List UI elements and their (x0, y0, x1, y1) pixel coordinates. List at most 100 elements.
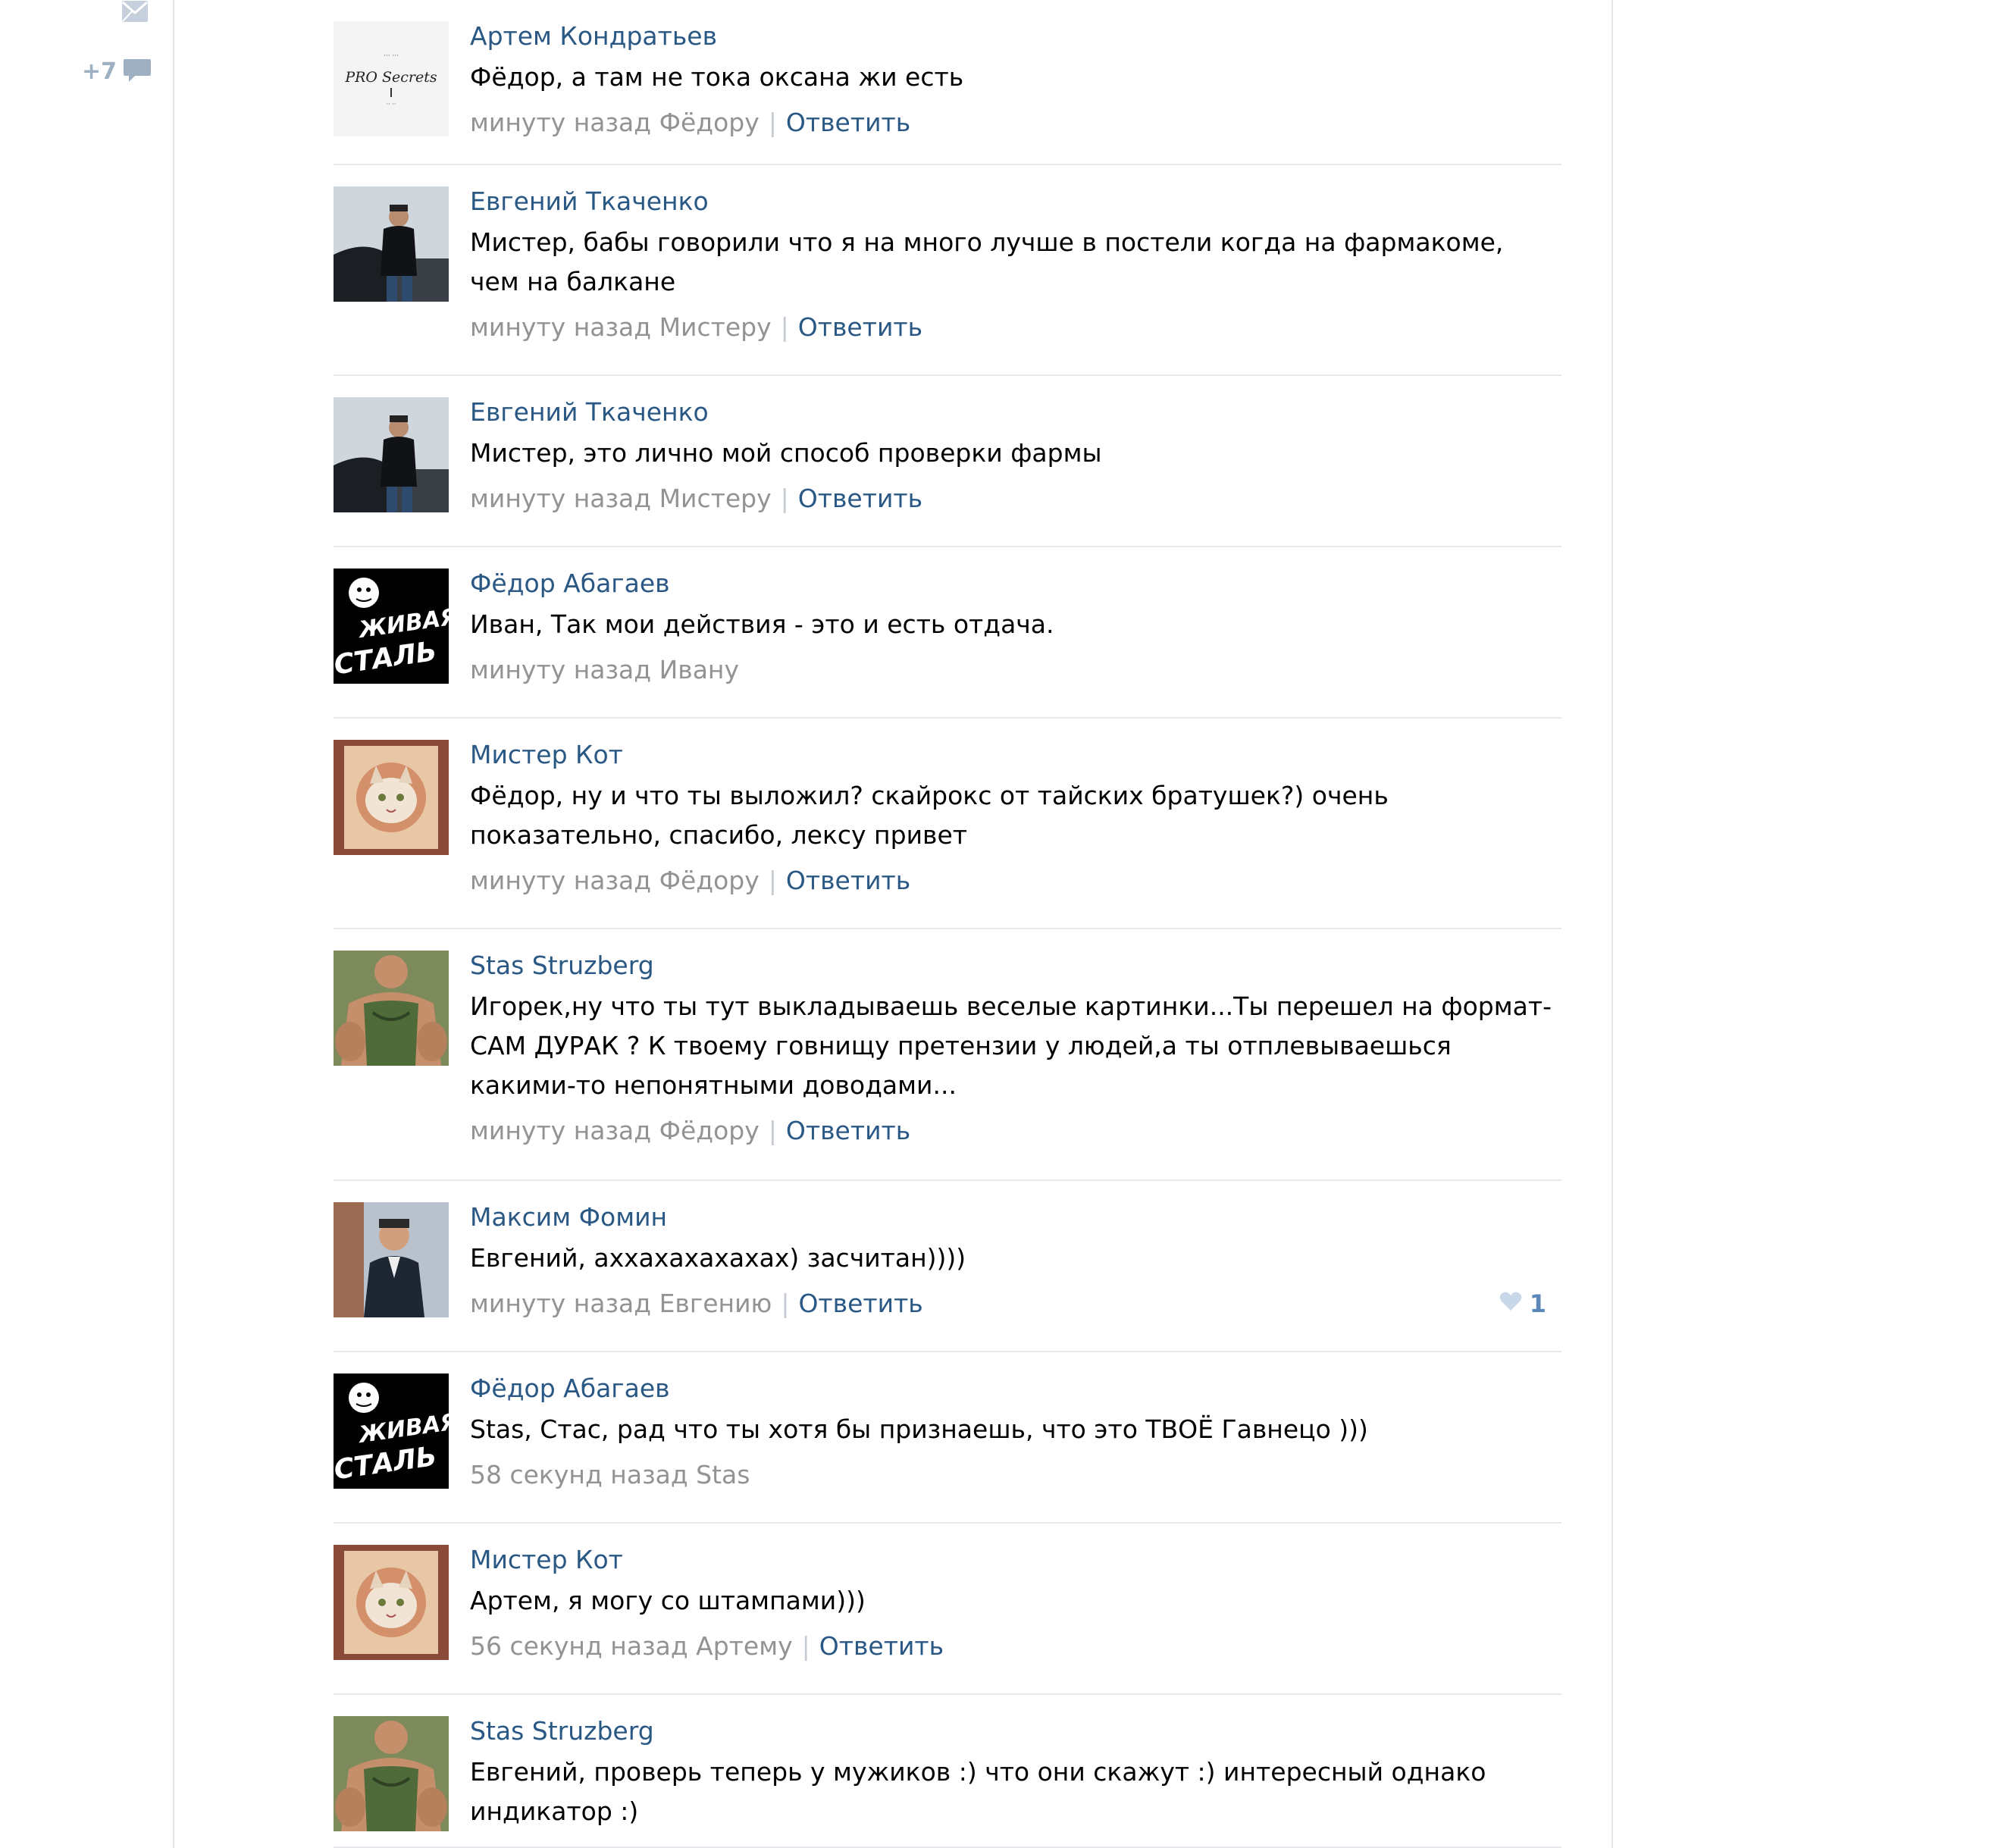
comment: ··· ··· PRO Secrets ·· ·· Артем Кондрать… (334, 0, 1561, 165)
comment-text: Stas, Стас, рад что ты хотя бы признаешь… (470, 1414, 1368, 1444)
right-column-border (1611, 0, 1613, 1848)
comment-author-link[interactable]: Артем Кондратьев (470, 15, 1554, 58)
cat-painting-icon (334, 740, 449, 855)
comment: Мистер Кот Артем, я могу со штампами))) … (334, 1524, 1561, 1695)
comment-text: Артем, я могу со штампами))) (470, 1586, 866, 1615)
meta-separator: | (780, 484, 789, 513)
comment-addressee[interactable]: Евгению (659, 1289, 772, 1318)
zhivaya-stal-logo-icon: ЖИВАЯ СТАЛЬ (334, 1373, 449, 1489)
svg-text:·· ··: ·· ·· (387, 101, 396, 108)
meta-separator: | (768, 1116, 777, 1145)
comment-author-link[interactable]: Stas Struzberg (470, 1710, 1554, 1752)
comment-addressee[interactable]: Фёдору (659, 1116, 760, 1145)
comments-counter-value: +7 (82, 58, 117, 85)
like-count: 1 (1529, 1289, 1546, 1318)
comment-addressee[interactable]: Фёдору (659, 108, 760, 137)
comment-addressee[interactable]: Фёдору (659, 866, 760, 895)
comment-meta: минуту назад Евгению | Ответить 1 (470, 1283, 1554, 1325)
comment-time[interactable]: минуту назад (470, 1116, 651, 1145)
reply-link[interactable]: Ответить (786, 1116, 910, 1145)
svg-text:··· ···: ··· ··· (384, 52, 399, 60)
reply-link[interactable]: Ответить (798, 1289, 922, 1318)
comment-time[interactable]: 56 секунд назад (470, 1631, 688, 1661)
comment-text: Игорек,ну что ты тут выкладываешь веселы… (470, 991, 1552, 1100)
left-rail: +7 (0, 0, 173, 1848)
meta-separator: | (801, 1631, 810, 1661)
avatar[interactable] (334, 1202, 449, 1317)
avatar[interactable] (334, 397, 449, 512)
comment-time[interactable]: минуту назад (470, 484, 651, 513)
avatar[interactable]: ··· ··· PRO Secrets ·· ·· (334, 21, 449, 136)
bodybuilder-photo-icon (334, 951, 449, 1066)
svg-text:PRO Secrets: PRO Secrets (344, 69, 437, 86)
meta-separator: | (780, 312, 789, 342)
pro-secrets-logo-icon: ··· ··· PRO Secrets ·· ·· (334, 21, 449, 136)
avatar[interactable]: ЖИВАЯ СТАЛЬ (334, 1373, 449, 1489)
comment-author-link[interactable]: Stas Struzberg (470, 944, 1554, 987)
cat-painting-icon (334, 1545, 449, 1660)
comment-meta: 58 секунд назад Stas (470, 1454, 1554, 1496)
comment-text: Фёдор, а там не тока оксана жи есть (470, 62, 964, 92)
comment-addressee[interactable]: Евгению (696, 1842, 809, 1848)
comment-time[interactable]: минуту назад (470, 312, 651, 342)
comment-meta: 56 секунд назад Артему | Ответить (470, 1625, 1554, 1668)
comment: Stas Struzberg Евгений, проверь теперь у… (334, 1695, 1561, 1848)
comment-time[interactable]: минуту назад (470, 1289, 651, 1318)
comment: Мистер Кот Фёдор, ну и что ты выложил? с… (334, 719, 1561, 929)
comment-addressee[interactable]: Мистеру (659, 312, 772, 342)
comment-meta: минуту назад Фёдору | Ответить (470, 102, 1554, 144)
comment-addressee[interactable]: Мистеру (659, 484, 772, 513)
man-in-suit-photo-icon (334, 1202, 449, 1317)
man-by-car-photo-icon (334, 186, 449, 302)
comment-bubble-icon (123, 58, 152, 85)
comments-counter[interactable]: +7 (82, 55, 152, 88)
comment-time[interactable]: 58 секунд назад (470, 1460, 688, 1489)
comment-addressee[interactable]: Артему (696, 1631, 792, 1661)
comment-text: Евгений, проверь теперь у мужиков :) что… (470, 1757, 1486, 1826)
page: +7 ··· ··· PRO Secrets ·· ·· Артем Кондр… (0, 0, 1992, 1848)
avatar[interactable] (334, 740, 449, 855)
comment: Stas Struzberg Игорек,ну что ты тут выкл… (334, 929, 1561, 1181)
comment-text: Мистер, это лично мой способ проверки фа… (470, 438, 1102, 468)
meta-separator: | (818, 1842, 826, 1848)
comment-author-link[interactable]: Мистер Кот (470, 734, 1554, 776)
meta-separator: | (781, 1289, 790, 1318)
avatar[interactable]: ЖИВАЯ СТАЛЬ (334, 568, 449, 684)
comment-author-link[interactable]: Евгений Ткаченко (470, 391, 1554, 434)
comment-text: Фёдор, ну и что ты выложил? скайрокс от … (470, 781, 1389, 850)
like-button[interactable]: 1 (1499, 1283, 1546, 1325)
comment-time[interactable]: минуту назад (470, 108, 651, 137)
reply-link[interactable]: Ответить (798, 484, 922, 513)
comment-addressee[interactable]: Ивану (659, 655, 739, 684)
reply-link[interactable]: Ответить (819, 1631, 944, 1661)
comment-meta: минуту назад Фёдору | Ответить (470, 1110, 1554, 1152)
comment-author-link[interactable]: Мистер Кот (470, 1539, 1554, 1581)
comment-author-link[interactable]: Фёдор Абагаев (470, 1367, 1554, 1410)
comment-author-link[interactable]: Фёдор Абагаев (470, 562, 1554, 605)
comment-addressee[interactable]: Stas (696, 1460, 750, 1489)
bodybuilder-photo-icon (334, 1716, 449, 1831)
left-column-border (173, 0, 174, 1848)
man-by-car-photo-icon (334, 397, 449, 512)
comment-meta: минуту назад Мистеру | Ответить (470, 478, 1554, 520)
comment-author-link[interactable]: Максим Фомин (470, 1196, 1554, 1239)
comment-author-link[interactable]: Евгений Ткаченко (470, 180, 1554, 223)
meta-separator: | (768, 866, 777, 895)
reply-link[interactable]: Ответить (786, 866, 910, 895)
comment-time[interactable]: 38 секунд назад (470, 1842, 688, 1848)
reply-link[interactable]: Ответить (798, 312, 922, 342)
comment: Евгений Ткаченко Мистер, это лично мой с… (334, 376, 1561, 547)
comment-text: Иван, Так мои действия - это и есть отда… (470, 609, 1054, 639)
reply-link[interactable]: Ответить (786, 108, 910, 137)
avatar[interactable] (334, 186, 449, 302)
comment-meta: минуту назад Ивану (470, 649, 1554, 691)
comment-time[interactable]: минуту назад (470, 655, 651, 684)
comment: Евгений Ткаченко Мистер, бабы говорили ч… (334, 165, 1561, 376)
reply-link[interactable]: Ответить (835, 1842, 960, 1848)
comment: Максим Фомин Евгений, аххахахахахах) зас… (334, 1181, 1561, 1352)
comment-time[interactable]: минуту назад (470, 866, 651, 895)
mail-icon[interactable] (121, 0, 149, 23)
avatar[interactable] (334, 951, 449, 1066)
avatar[interactable] (334, 1716, 449, 1831)
avatar[interactable] (334, 1545, 449, 1660)
